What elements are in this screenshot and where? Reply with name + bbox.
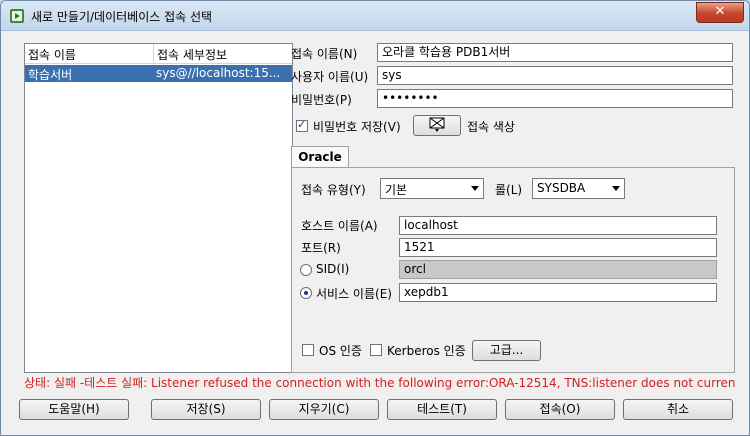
save-password-checkbox[interactable]	[296, 118, 308, 132]
clear-button[interactable]: 지우기(C)	[269, 399, 379, 420]
service-name-label: 서비스 이름(E)	[316, 287, 392, 301]
sid-label: SID(I)	[316, 262, 350, 276]
connection-type-select[interactable]: 기본	[380, 178, 484, 199]
port-input[interactable]: 1521	[399, 238, 717, 257]
close-icon: ✕	[714, 4, 726, 19]
connection-type-value: 기본	[385, 183, 408, 197]
os-auth-label: OS 인증	[319, 344, 362, 358]
connection-color-button[interactable]	[413, 115, 461, 136]
test-button[interactable]: 테스트(T)	[387, 399, 497, 420]
help-button[interactable]: 도움말(H)	[19, 399, 129, 420]
password-label: 비밀번호(P)	[291, 93, 352, 107]
username-label: 사용자 이름(U)	[291, 70, 369, 84]
list-item-name: 학습서버	[28, 68, 73, 82]
header-connection-name[interactable]: 접속 이름	[28, 46, 76, 63]
header-connection-details[interactable]: 접속 세부정보	[157, 46, 227, 63]
sid-radio[interactable]	[300, 264, 312, 276]
dialog-body: 접속 이름 접속 세부정보 학습서버 sys@//localhost:15...…	[8, 31, 742, 428]
status-message: 상태: 실패 -테스트 실패: Listener refused the con…	[24, 376, 736, 390]
chevron-down-icon	[612, 186, 620, 191]
role-value: SYSDBA	[537, 181, 586, 195]
hostname-label: 호스트 이름(A)	[301, 219, 378, 233]
connection-name-input[interactable]: 오라클 학습용 PDB1서버	[377, 43, 733, 62]
list-item-details: sys@//localhost:15...	[156, 66, 281, 80]
close-button[interactable]: ✕	[696, 2, 744, 23]
port-label: 포트(R)	[301, 241, 341, 255]
role-select[interactable]: SYSDBA	[532, 178, 625, 199]
list-item[interactable]: 학습서버 sys@//localhost:15...	[25, 65, 292, 82]
password-input[interactable]: ••••••••	[377, 89, 733, 108]
header-divider[interactable]	[153, 44, 154, 63]
advanced-button[interactable]: 고급...	[472, 340, 541, 361]
kerberos-auth-checkbox[interactable]	[370, 344, 382, 356]
connection-color-label: 접속 색상	[467, 120, 515, 134]
username-input[interactable]: sys	[377, 66, 733, 85]
connection-name-label: 접속 이름(N)	[291, 47, 358, 61]
connect-button[interactable]: 접속(O)	[505, 399, 615, 420]
kerberos-auth-label: Kerberos 인증	[387, 344, 466, 358]
role-label: 롤(L)	[495, 183, 523, 197]
save-password-label: 비밀번호 저장(V)	[313, 120, 401, 134]
color-picker-icon	[429, 117, 445, 132]
sid-input[interactable]: orcl	[399, 260, 717, 279]
hostname-input[interactable]: localhost	[399, 216, 717, 235]
os-auth-checkbox[interactable]	[302, 344, 314, 356]
app-icon	[10, 9, 24, 23]
service-name-input[interactable]: xepdb1	[399, 283, 717, 302]
chevron-down-icon	[471, 186, 479, 191]
connection-list[interactable]: 접속 이름 접속 세부정보 학습서버 sys@//localhost:15...	[24, 43, 293, 373]
cancel-button[interactable]: 취소	[623, 399, 733, 420]
connection-type-label: 접속 유형(Y)	[301, 183, 366, 197]
service-name-radio[interactable]	[300, 287, 312, 299]
window-title: 새로 만들기/데이터베이스 접속 선택	[31, 10, 213, 24]
dialog-window: 새로 만들기/데이터베이스 접속 선택 ✕ 접속 이름 접속 세부정보 학습서버…	[0, 0, 750, 436]
tab-oracle[interactable]: Oracle	[291, 146, 349, 168]
list-header: 접속 이름 접속 세부정보	[25, 44, 292, 64]
title-bar[interactable]: 새로 만들기/데이터베이스 접속 선택 ✕	[1, 1, 749, 31]
save-button[interactable]: 저장(S)	[151, 399, 261, 420]
